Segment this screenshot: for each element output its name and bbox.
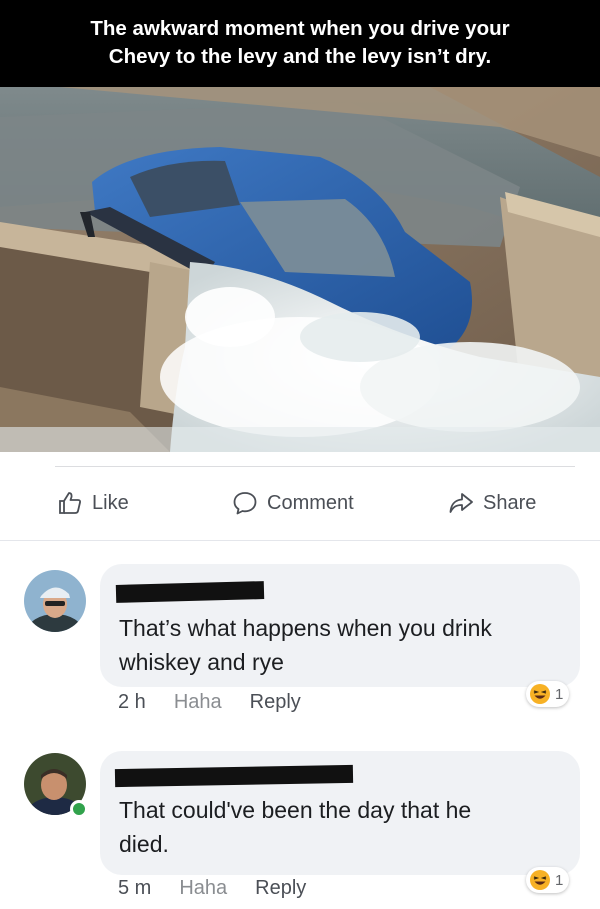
haha-reaction-icon [530,684,550,704]
redacted-name [115,581,265,603]
like-icon [59,492,81,514]
post-photo[interactable] [0,87,600,452]
actions-separator [0,540,600,541]
online-status-dot [70,800,88,818]
comment-button[interactable]: Comment [232,488,600,518]
like-button[interactable]: Like [57,488,129,518]
car-in-canal-image [0,87,600,452]
reply-button[interactable]: Reply [250,691,301,714]
share-icon [449,493,473,513]
post-divider [55,466,575,467]
comment-text: That’s what happens when you drink whisk… [119,615,492,675]
reaction-count[interactable]: 1 [526,867,570,893]
comment-icon [233,492,257,515]
reaction-count[interactable]: 1 [526,681,570,707]
like-label: Like [92,491,129,514]
comment-label: Comment [267,491,354,514]
comment-meta: 5 m Haha Reply [118,877,306,900]
post-action-bar: Like Comment Share [0,478,600,528]
meme-caption: The awkward moment when you drive your C… [0,0,600,87]
share-button[interactable]: Share [448,488,536,518]
comment-meta: 2 h Haha Reply [118,691,301,714]
commenter-photo [24,570,86,632]
comment-text: That could've been the day that he died. [119,797,472,857]
reply-button[interactable]: Reply [255,877,306,900]
caption-line-1: The awkward moment when you drive your [90,17,510,40]
caption-line-2: Chevy to the levy and the levy isn’t dry… [108,45,492,68]
comment-timestamp[interactable]: 5 m [118,877,151,900]
share-label: Share [483,491,537,514]
haha-button[interactable]: Haha [174,691,222,714]
haha-reaction-icon [530,870,550,890]
haha-button[interactable]: Haha [179,877,227,900]
comment-timestamp[interactable]: 2 h [118,691,146,714]
avatar[interactable] [24,570,86,632]
